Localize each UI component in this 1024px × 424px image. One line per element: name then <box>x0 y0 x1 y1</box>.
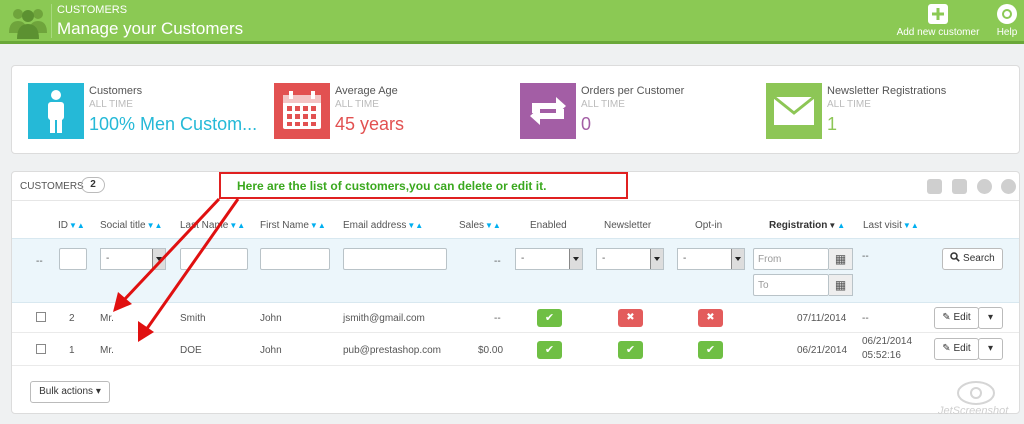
camera-logo-icon <box>957 381 995 405</box>
watermark-text: JetScreenshot <box>938 405 1009 417</box>
annotation-arrows <box>113 197 240 342</box>
watermark: JetScreenshot <box>932 380 1020 420</box>
